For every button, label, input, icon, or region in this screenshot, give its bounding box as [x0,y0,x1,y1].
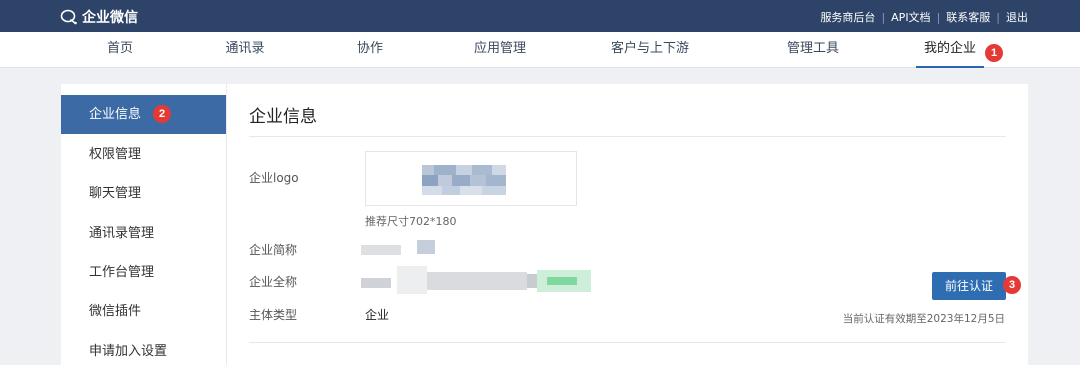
main-panel: 企业信息 企业logo 推荐尺寸702*180 企业简称 企业全称 前往认证 主… [226,84,1028,365]
logo-pixel [434,165,456,175]
sidebar-item-permissions[interactable]: 权限管理 [61,135,226,174]
sidebar-item-contacts[interactable]: 通讯录管理 [61,214,226,253]
logo-pixel [422,186,442,195]
wework-logo-icon [60,9,78,25]
logo-pixel [486,175,506,186]
divider [249,136,1006,137]
logo-pixel [472,165,492,175]
logo-pixel [492,165,506,175]
nav-admin-tools[interactable]: 管理工具 [773,32,853,68]
entity-type-label: 主体类型 [249,308,298,322]
full-name-label: 企业全称 [249,275,298,289]
logo-pixel [470,175,486,186]
sidebar-item-chat[interactable]: 聊天管理 [61,174,226,213]
sidebar-item-enterprise-info[interactable]: 企业信息 2 [61,95,226,134]
sidebar: 企业信息 2 权限管理 聊天管理 通讯录管理 工作台管理 微信插件 申请加入设置 [61,84,226,365]
certification-expiry-note: 当前认证有效期至2023年12月5日 [842,313,1005,325]
nav-my-enterprise[interactable]: 我的企业 [916,32,984,68]
nav-contacts[interactable]: 通讯录 [215,32,275,68]
sidebar-item-label: 企业信息 [89,107,142,122]
separator: | [936,10,941,24]
short-name-label: 企业简称 [249,243,298,257]
provider-console-link[interactable]: 服务商后台 [820,9,875,25]
logo-size-hint: 推荐尺寸702*180 [365,215,457,228]
page-title: 企业信息 [249,107,317,127]
enterprise-logo[interactable] [365,151,577,206]
logo-pixel [442,186,460,195]
logo-pixel [452,175,470,186]
sidebar-item-wechat-plugin[interactable]: 微信插件 [61,292,226,331]
logo-label: 企业logo [249,171,299,185]
nav-home[interactable]: 首页 [90,32,150,68]
logo-pixel [422,165,434,175]
sidebar-item-workbench[interactable]: 工作台管理 [61,253,226,292]
logo-pixel [422,175,438,186]
nav-collaboration[interactable]: 协作 [340,32,400,68]
nav-customers[interactable]: 客户与上下游 [600,32,700,68]
logo-pixel [456,165,472,175]
logo-pixel [482,186,506,195]
nav-app-management[interactable]: 应用管理 [460,32,540,68]
step-badge-3: 3 [1003,276,1021,294]
top-header-bar: 企业微信 服务商后台 | API文档 | 联系客服 | 退出 [0,0,1080,32]
step-badge-1: 1 [985,44,1003,62]
separator: | [881,10,886,24]
go-certify-button[interactable]: 前往认证 [932,272,1006,300]
short-name-redacted [417,240,435,254]
full-name-redacted [427,272,527,290]
entity-type-value: 企业 [365,308,390,322]
top-links: 服务商后台 | API文档 | 联系客服 | 退出 [820,9,1028,25]
full-name-redacted [547,277,577,285]
logo-pixel [438,175,452,186]
full-name-redacted [361,278,391,288]
short-name-redacted [361,245,401,255]
api-docs-link[interactable]: API文档 [891,9,930,25]
step-badge-2: 2 [153,104,172,123]
full-name-redacted [397,266,427,294]
separator: | [996,10,1000,24]
main-nav: 首页 通讯录 协作 应用管理 客户与上下游 管理工具 我的企业 [0,32,1080,68]
brand-logo[interactable]: 企业微信 [60,7,138,27]
brand-name: 企业微信 [82,10,138,26]
sidebar-item-join-settings[interactable]: 申请加入设置 [61,332,226,365]
logout-link[interactable]: 退出 [1006,9,1028,25]
logo-pixel [460,186,482,195]
contact-support-link[interactable]: 联系客服 [946,9,990,25]
divider [249,342,1006,343]
